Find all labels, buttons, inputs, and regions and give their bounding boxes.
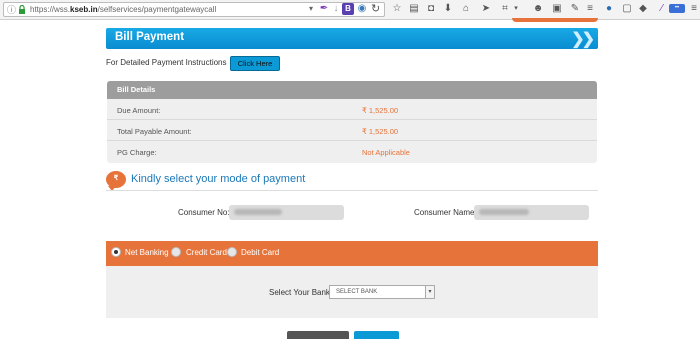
url-prefix: https://wss. [30,5,71,14]
reading-list-icon[interactable]: ▤ [408,3,420,15]
lock-icon [19,5,25,14]
bookmark-star-icon[interactable]: ☆ [391,3,403,15]
bill-details-heading: Bill Details [107,81,597,99]
pocket-icon[interactable]: ◘ [425,3,437,15]
blurred-value [234,209,282,215]
url-path: /selfservices/paymentgatewaycall [97,5,217,14]
payment-options-bar: Net Banking Credit Card Debit Card [106,241,598,266]
screenshot-icon[interactable]: ▣ [551,3,563,15]
back-button[interactable] [287,331,349,339]
mask-icon[interactable]: ≡ [584,3,596,15]
due-amount-row: Due Amount: ₹ 1,525.00 [107,99,597,120]
total-payable-row: Total Payable Amount: ₹ 1,525.00 [107,120,597,141]
net-banking-radio[interactable] [111,247,121,257]
info-icon[interactable]: ⓘ [7,5,16,15]
blue-globe-icon[interactable]: ● [603,3,615,15]
consumer-no-field [229,205,344,220]
top-orange-tab [512,18,598,22]
window-icon[interactable]: ▢ [621,3,633,15]
instructions-label: For Detailed Payment Instructions [106,58,227,67]
due-amount-label: Due Amount: [117,106,161,115]
pg-charge-label: PG Charge: [117,148,157,157]
debit-card-label[interactable]: Debit Card [241,248,279,257]
net-banking-label[interactable]: Net Banking [125,248,169,257]
pen-icon[interactable]: ⁄ [656,3,668,15]
url-text: https://wss.kseb.in/selfservices/payment… [30,4,216,16]
debit-card-radio[interactable] [227,247,237,257]
divider [106,190,598,191]
bill-payment-header: Bill Payment ❯❯ [106,28,598,49]
consumer-no-label: Consumer No: [178,208,230,217]
consumer-name-field [474,205,589,220]
browser-toolbar: ⓘ https://wss.kseb.in/selfservices/payme… [0,0,700,20]
gem-icon[interactable]: ◆ [637,3,649,15]
home-icon[interactable]: ⌂ [460,3,472,15]
chevron-down-icon[interactable]: ▾ [425,286,434,298]
reload-icon[interactable]: ↻ [371,2,380,15]
payment-mode-icon: ₹ [106,171,126,191]
blurred-value [479,209,529,215]
select-bank-label: Select Your Bank [269,288,330,297]
pg-charge-value: Not Applicable [362,148,410,157]
submit-button[interactable] [354,331,399,339]
url-dropdown-icon[interactable]: ▾ [309,4,313,13]
click-here-button[interactable]: Click Here [230,56,280,71]
badge-icon[interactable]: •• [669,4,685,13]
bank-select-value: SELECT BANK [336,289,378,295]
consumer-name-label: Consumer Name: [414,208,477,217]
chat-icon[interactable]: ☻ [532,3,544,15]
menu-icon[interactable]: ≡ [688,3,700,15]
downloads-icon[interactable]: ⬇ [442,3,454,15]
pin-icon[interactable]: ✎ [569,3,581,15]
credit-card-radio[interactable] [171,247,181,257]
extension-feather-icon[interactable]: ✒ [318,3,330,15]
extension-b-icon[interactable]: B [342,3,354,15]
bank-selection-panel: Select Your Bank SELECT BANK ▾ [106,266,598,318]
page-title: Bill Payment [115,31,185,43]
pg-charge-row: PG Charge: Not Applicable [107,141,597,162]
extension-download-icon[interactable]: ↓ [330,3,342,15]
bank-select[interactable]: SELECT BANK ▾ [329,285,435,299]
due-amount-value: ₹ 1,525.00 [362,106,399,115]
url-domain: kseb.in [70,5,98,14]
extension-globe-icon[interactable]: ◉ [356,3,368,15]
send-icon[interactable]: ➤ [480,3,492,15]
payment-mode-title: Kindly select your mode of payment [131,173,306,185]
credit-card-label[interactable]: Credit Card [186,248,227,257]
bill-details-panel: Bill Details Due Amount: ₹ 1,525.00 Tota… [107,81,597,163]
double-chevron-icon: ❯❯ [571,31,595,48]
total-payable-label: Total Payable Amount: [117,127,192,136]
crop-dropdown-icon[interactable]: ▾ [510,3,522,15]
total-payable-value: ₹ 1,525.00 [362,127,399,136]
